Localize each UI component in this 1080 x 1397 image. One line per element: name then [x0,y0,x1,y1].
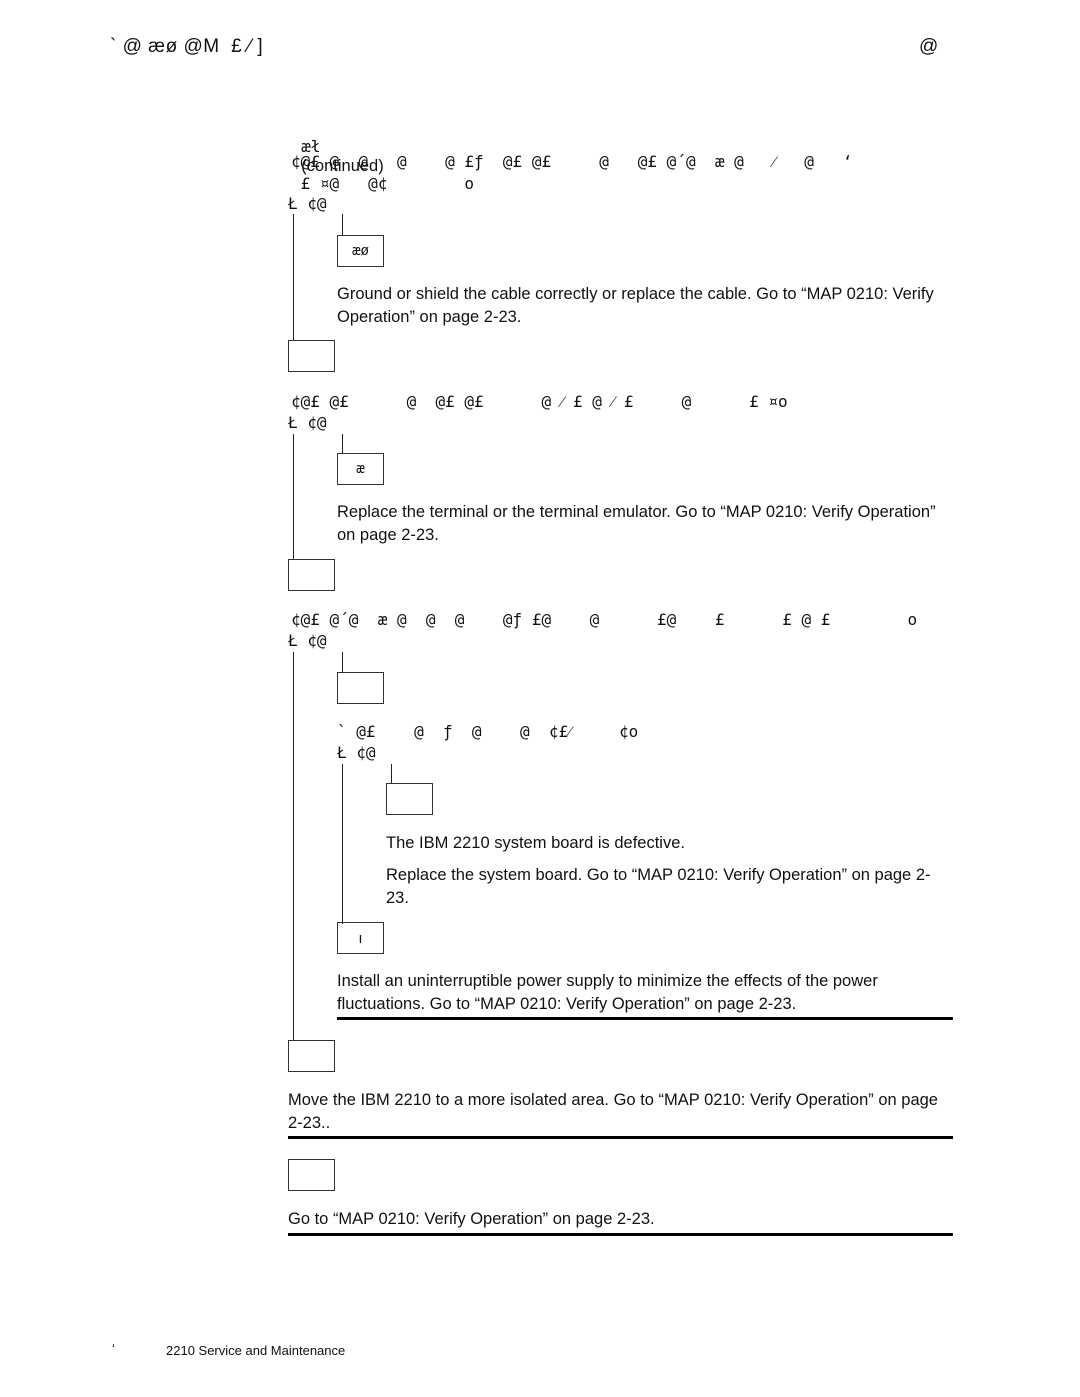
final-box [288,1159,335,1191]
step1-no-box [288,340,335,372]
page-header-right: @ [919,36,939,57]
step3-sub-yes-flow-line [391,764,392,784]
step1-no-flow-line [293,214,294,341]
step1-yes-action: Ground or shield the cable correctly or … [337,285,934,326]
step1-question-line1: ¢@£ @ @ @ @ £ƒ @£ @£ @ @£ @´@ æ @ ⁄ @ ‘ [291,152,853,171]
step3-end-rule [288,1136,953,1139]
step3-no-box [288,1040,335,1072]
step3-sub-yes-diagnosis: The IBM 2210 system board is defective. [386,834,685,852]
step3-yes-flow-line [342,652,343,673]
step3-no-flow-line [293,652,294,1041]
step2-yes-box-label: æ [356,461,365,477]
step3-sub-question: ` @£ @ ƒ @ @ ¢£⁄ ¢o [337,722,639,741]
step1-yes-box-label: æø [352,243,369,259]
step3-question-line1: ¢@£ @´@ æ @ @ @ @ƒ £@ @ £@ £ £ @ £ o [291,610,918,629]
step3-yes-box [337,672,384,704]
step3-answer-row: Ł ¢@ [288,631,327,650]
step3-no-action: Move the IBM 2210 to a more isolated are… [288,1091,938,1132]
step1-answer-row: Ł ¢@ [288,194,327,213]
final-end-rule [288,1233,953,1236]
step3-sub-end-rule [337,1017,953,1020]
step3-sub-yes-action: Replace the system board. Go to “MAP 021… [386,866,931,907]
step2-question-line1: ¢@£ @£ @ @£ @£ @ ⁄ £ @ ⁄ £ @ £ ¤o [291,392,788,411]
step3-sub-no-action: Install an uninterruptible power supply … [337,972,878,1013]
step1-yes-flow-line [342,214,343,236]
footer-page-number: ‘ [112,1341,115,1356]
page-header-title: ` @ æø @M £ ⁄ ] [110,36,264,57]
step3-sub-no-box-label: ı [358,929,363,947]
step2-yes-box: æ [337,453,384,485]
step2-no-box [288,559,335,591]
step3-sub-yes-box [386,783,433,815]
footer-title: 2210 Service and Maintenance [166,1343,346,1358]
step3-sub-no-flow-line [342,764,343,924]
step3-sub-answer-row: Ł ¢@ [337,743,376,762]
step3-sub-no-box: ı [337,922,384,954]
step2-answer-row: Ł ¢@ [288,413,327,432]
final-action: Go to “MAP 0210: Verify Operation” on pa… [288,1210,655,1228]
step2-no-flow-line [293,434,294,560]
step2-yes-flow-line [342,434,343,454]
step1-question-line2: £ ¤@ @¢ o [291,174,475,193]
step2-yes-action: Replace the terminal or the terminal emu… [337,503,936,544]
step1-yes-box: æø [337,235,384,267]
